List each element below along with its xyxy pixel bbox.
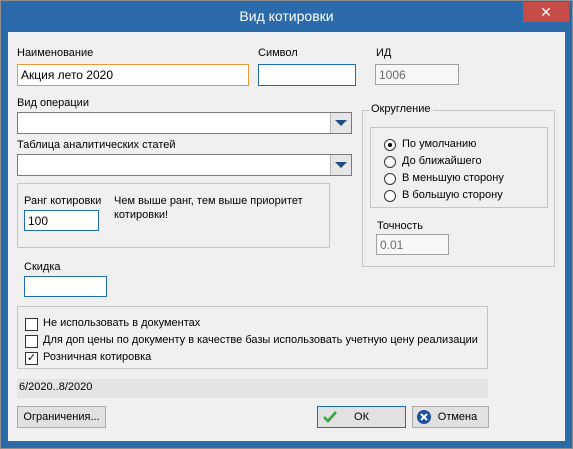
rounding-radio-default[interactable]	[384, 139, 396, 151]
restrictions-button[interactable]: Ограничения...	[17, 406, 106, 428]
operation-dropdown-button[interactable]	[330, 113, 351, 133]
rounding-radio-nearest[interactable]	[384, 156, 396, 168]
ok-button[interactable]: ОК	[317, 406, 406, 428]
date-range-status: 6/2020..8/2020	[17, 379, 488, 398]
cancel-icon	[417, 410, 431, 424]
rank-hint: Чем выше ранг, тем выше приоритет котиро…	[114, 195, 303, 221]
chevron-down-icon	[335, 162, 347, 168]
discount-input[interactable]	[24, 276, 107, 297]
rounding-option-label: До ближайшего	[402, 155, 482, 167]
analytics-label: Таблица аналитических статей	[17, 139, 176, 151]
precision-field: 0.01	[376, 234, 449, 255]
precision-label: Точность	[377, 220, 423, 232]
operation-label: Вид операции	[17, 97, 89, 109]
discount-label: Скидка	[24, 261, 61, 273]
no-use-in-docs-checkbox[interactable]	[25, 318, 38, 331]
title-bar[interactable]: Вид котировки ✕	[1, 1, 572, 33]
retail-quote-checkbox[interactable]: ✓	[25, 352, 38, 365]
checkbox-label: Не использовать в документах	[43, 317, 201, 329]
rank-input[interactable]: 100	[24, 210, 99, 231]
analytics-dropdown-button[interactable]	[330, 155, 351, 175]
rounding-radio-down[interactable]	[384, 173, 396, 185]
close-icon: ✕	[540, 4, 552, 20]
rank-label: Ранг котировки	[24, 195, 102, 207]
rounding-option-label: В меньшую сторону	[402, 172, 504, 184]
chevron-down-icon	[335, 120, 347, 126]
dialog-body: Наименование Акция лето 2020 Символ ИД 1…	[8, 32, 565, 441]
rounding-option-label: В большую сторону	[402, 189, 503, 201]
checkbox-label: Для доп цены по документу в качестве баз…	[43, 334, 478, 346]
ok-button-label: ОК	[354, 411, 369, 423]
rounding-radio-up[interactable]	[384, 190, 396, 202]
close-button[interactable]: ✕	[523, 2, 569, 22]
id-field: 1006	[375, 64, 459, 85]
name-label: Наименование	[17, 47, 94, 59]
operation-select[interactable]	[17, 112, 352, 134]
symbol-input[interactable]	[258, 64, 356, 86]
check-icon	[323, 411, 337, 423]
name-input[interactable]: Акция лето 2020	[17, 64, 249, 86]
cancel-button[interactable]: Отмена	[412, 406, 489, 428]
symbol-label: Символ	[258, 47, 298, 59]
analytics-select[interactable]	[17, 154, 352, 176]
accounting-price-base-checkbox[interactable]	[25, 335, 38, 348]
checkbox-label: Розничная котировка	[43, 351, 152, 363]
id-label: ИД	[376, 47, 392, 59]
window-title: Вид котировки	[239, 8, 334, 24]
rounding-option-label: По умолчанию	[402, 138, 477, 150]
rounding-legend: Округление	[369, 103, 433, 115]
dialog-window: Вид котировки ✕ Наименование Акция лето …	[0, 0, 573, 449]
